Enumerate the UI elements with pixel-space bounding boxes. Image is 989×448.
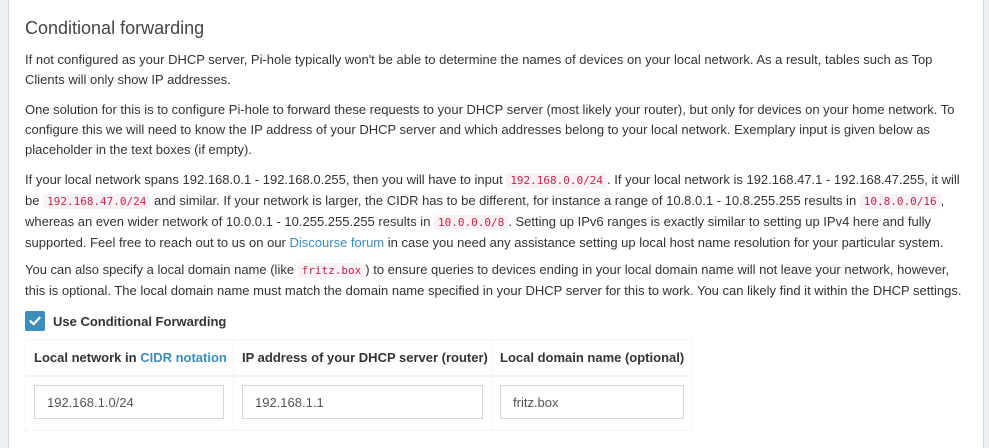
cidr-text-3: and similar. If your network is larger, … bbox=[150, 193, 860, 208]
cidr-example-4: 10.0.0.0/8 bbox=[434, 215, 509, 230]
cidr-example-1: 192.168.0.0/24 bbox=[506, 173, 608, 188]
cidr-notation-link[interactable]: CIDR notation bbox=[140, 350, 227, 365]
forwarding-settings-table: Local network in CIDR notation IP addres… bbox=[25, 339, 692, 431]
conditional-forwarding-toggle[interactable]: Use Conditional Forwarding bbox=[25, 310, 226, 332]
discourse-forum-link[interactable]: Discourse forum bbox=[290, 235, 385, 250]
domain-text-1: You can also specify a local domain name… bbox=[25, 262, 298, 277]
dhcp-server-input[interactable] bbox=[242, 385, 483, 419]
conditional-forwarding-panel: Conditional forwarding If not configured… bbox=[8, 0, 984, 448]
conditional-forwarding-label: Use Conditional Forwarding bbox=[53, 313, 227, 329]
domain-name-header: Local domain name (optional) bbox=[500, 350, 685, 365]
domain-example: fritz.box bbox=[297, 263, 366, 278]
cidr-text-1: If your local network spans 192.168.0.1 … bbox=[25, 172, 507, 187]
cidr-paragraph: If your local network spans 192.168.0.1 … bbox=[25, 170, 970, 253]
cidr-text-6: in case you need any assistance setting … bbox=[384, 235, 944, 250]
dhcp-server-header: IP address of your DHCP server (router) bbox=[242, 350, 488, 365]
domain-paragraph: You can also specify a local domain name… bbox=[25, 260, 970, 301]
local-network-input[interactable] bbox=[34, 385, 224, 419]
column-dhcp-server: IP address of your DHCP server (router) bbox=[233, 340, 491, 430]
cidr-example-2: 192.168.47.0/24 bbox=[43, 194, 151, 209]
column-domain-name: Local domain name (optional) bbox=[491, 340, 691, 430]
section-title: Conditional forwarding bbox=[25, 18, 205, 38]
solution-paragraph: One solution for this is to configure Pi… bbox=[25, 102, 955, 157]
conditional-forwarding-checkbox[interactable] bbox=[25, 311, 45, 331]
checkmark-icon bbox=[29, 316, 41, 326]
local-network-header-text: Local network in bbox=[34, 350, 141, 365]
intro-paragraph: If not configured as your DHCP server, P… bbox=[25, 52, 933, 87]
column-local-network: Local network in CIDR notation bbox=[26, 340, 233, 430]
local-network-header: Local network in CIDR notation bbox=[34, 350, 227, 365]
cidr-example-3: 10.8.0.0/16 bbox=[859, 194, 941, 209]
domain-name-input[interactable] bbox=[500, 385, 684, 419]
